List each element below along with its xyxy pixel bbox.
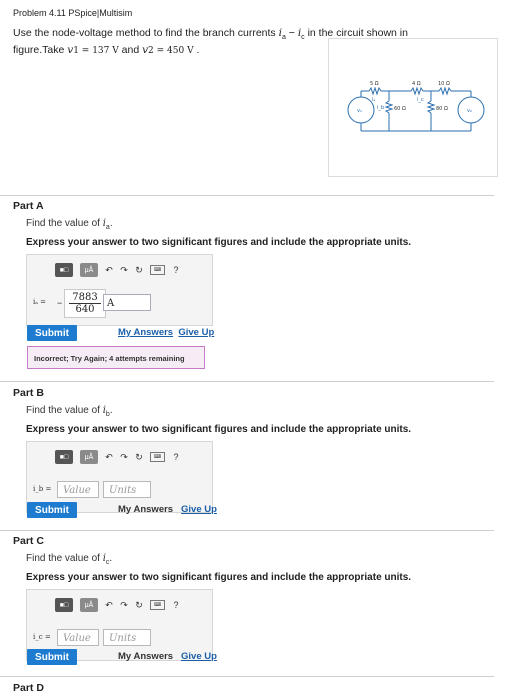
problem-text: figure.Take bbox=[13, 44, 68, 57]
figure-label: i_b bbox=[377, 105, 384, 111]
help-icon[interactable]: ? bbox=[172, 452, 180, 462]
figure-label: v₁ bbox=[357, 108, 362, 114]
help-icon[interactable]: ? bbox=[172, 600, 180, 610]
part-d-title: Part D bbox=[13, 682, 44, 694]
find-text: . bbox=[109, 553, 113, 564]
units-field[interactable]: Units bbox=[103, 629, 151, 646]
math-toolbar: ■□ μÅ ↶ ↷ ↻ ⌨ ? bbox=[55, 450, 180, 464]
part-b-title: Part B bbox=[13, 387, 44, 399]
problem-text: and bbox=[118, 44, 143, 57]
units-button[interactable]: μÅ bbox=[80, 450, 98, 464]
section-divider bbox=[0, 381, 494, 382]
figure-label: i_c bbox=[417, 97, 424, 103]
find-text: Find the value of bbox=[26, 218, 103, 229]
redo-icon[interactable]: ↷ bbox=[120, 452, 128, 463]
section-divider bbox=[0, 195, 494, 196]
var-label: i_b = bbox=[33, 485, 52, 493]
part-c-find: Find the value of ic. bbox=[26, 553, 112, 566]
template-button[interactable]: ■□ bbox=[55, 450, 73, 464]
figure-label: 5 Ω bbox=[370, 81, 379, 87]
reset-icon[interactable]: ↻ bbox=[135, 600, 143, 611]
part-a-instructions: Express your answer to two significant f… bbox=[26, 237, 412, 248]
math-toolbar: ■□ μÅ ↶ ↷ ↻ ⌨ ? bbox=[55, 598, 180, 612]
problem-text: . bbox=[193, 44, 200, 57]
problem-text: Use the node-voltage method to find the … bbox=[13, 27, 279, 39]
figure-label: 80 Ω bbox=[436, 106, 448, 112]
undo-icon[interactable]: ↶ bbox=[105, 600, 113, 611]
find-text: . bbox=[109, 405, 113, 416]
units-field[interactable]: Units bbox=[103, 481, 151, 498]
value-field[interactable]: 7883 640 bbox=[64, 289, 106, 318]
value-field[interactable]: Value bbox=[57, 481, 99, 498]
part-b-instructions: Express your answer to two significant f… bbox=[26, 424, 412, 435]
redo-icon[interactable]: ↷ bbox=[120, 600, 128, 611]
var-label: i_c = bbox=[33, 633, 51, 641]
undo-icon[interactable]: ↶ bbox=[105, 265, 113, 276]
redo-icon[interactable]: ↷ bbox=[120, 265, 128, 276]
units-field[interactable]: A bbox=[103, 294, 151, 311]
numerator: 7883 bbox=[72, 292, 98, 303]
circuit-figure[interactable]: v₁ v₂ 5 Ω 4 Ω 10 Ω 60 Ω 80 Ω iₐ i_b i_c bbox=[328, 38, 498, 177]
keyboard-icon[interactable]: ⌨ bbox=[150, 265, 165, 275]
give-up-link[interactable]: Give Up bbox=[181, 651, 217, 662]
units-button[interactable]: μÅ bbox=[80, 598, 98, 612]
give-up-link[interactable]: Give Up bbox=[178, 327, 214, 338]
feedback-message: Incorrect; Try Again; 4 attempts remaini… bbox=[27, 346, 205, 369]
figure-label: v₂ bbox=[467, 108, 472, 114]
find-text: . bbox=[109, 218, 113, 229]
v2-value: 2 = 450 V bbox=[148, 46, 194, 57]
find-text: Find the value of bbox=[26, 405, 103, 416]
undo-icon[interactable]: ↶ bbox=[105, 452, 113, 463]
figure-label: 4 Ω bbox=[412, 81, 421, 87]
part-a-links: My Answers Give Up bbox=[118, 327, 214, 338]
template-button[interactable]: ■□ bbox=[55, 598, 73, 612]
part-c-instructions: Express your answer to two significant f… bbox=[26, 572, 412, 583]
problem-header: Problem 4.11 PSpice|Multisim bbox=[13, 8, 133, 18]
my-answers-link[interactable]: My Answers bbox=[118, 651, 173, 662]
section-divider bbox=[0, 530, 494, 531]
figure-label: 10 Ω bbox=[438, 81, 450, 87]
find-text: Find the value of bbox=[26, 553, 103, 564]
units-button[interactable]: μÅ bbox=[80, 263, 98, 277]
submit-button[interactable]: Submit bbox=[27, 325, 77, 341]
dash: − bbox=[285, 27, 298, 39]
part-c-title: Part C bbox=[13, 535, 44, 547]
figure-label: 60 Ω bbox=[394, 106, 406, 112]
part-a-find: Find the value of ia. bbox=[26, 218, 113, 231]
reset-icon[interactable]: ↻ bbox=[135, 452, 143, 463]
keyboard-icon[interactable]: ⌨ bbox=[150, 600, 165, 610]
v1-value: 1 = 137 V bbox=[73, 46, 119, 57]
keyboard-icon[interactable]: ⌨ bbox=[150, 452, 165, 462]
give-up-link[interactable]: Give Up bbox=[181, 504, 217, 515]
denominator: 640 bbox=[75, 304, 95, 315]
part-b-links: My Answers Give Up bbox=[118, 504, 217, 515]
part-a-title: Part A bbox=[13, 200, 44, 212]
circuit-diagram: v₁ v₂ 5 Ω 4 Ω 10 Ω 60 Ω 80 Ω iₐ i_b i_c bbox=[347, 81, 485, 132]
submit-button[interactable]: Submit bbox=[27, 502, 77, 518]
my-answers-link[interactable]: My Answers bbox=[118, 327, 173, 338]
template-button[interactable]: ■□ bbox=[55, 263, 73, 277]
part-a-answer-box: ■□ μÅ ↶ ↷ ↻ ⌨ ? iₐ = − 7883 640 A bbox=[26, 254, 213, 326]
section-divider bbox=[0, 676, 494, 677]
part-c-links: My Answers Give Up bbox=[118, 651, 217, 662]
minus-sign: − bbox=[57, 298, 63, 308]
var-label: iₐ = bbox=[33, 298, 47, 306]
my-answers-link[interactable]: My Answers bbox=[118, 504, 173, 515]
part-b-find: Find the value of ib. bbox=[26, 405, 113, 418]
help-icon[interactable]: ? bbox=[172, 265, 180, 275]
math-toolbar: ■□ μÅ ↶ ↷ ↻ ⌨ ? bbox=[55, 263, 180, 277]
value-field[interactable]: Value bbox=[57, 629, 99, 646]
figure-label: iₐ bbox=[372, 97, 375, 103]
submit-button[interactable]: Submit bbox=[27, 649, 77, 665]
reset-icon[interactable]: ↻ bbox=[135, 265, 143, 276]
